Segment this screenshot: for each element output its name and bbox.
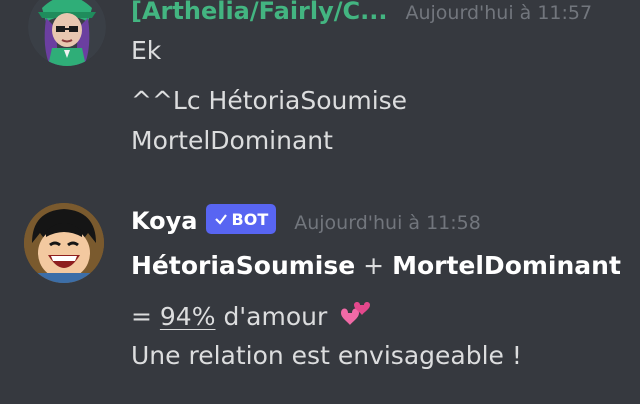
love-names-line: HétoriaSoumise + MortelDominant xyxy=(131,251,621,280)
timestamp: Aujourd'hui à 11:57 xyxy=(405,2,593,24)
message-header: Koya BOT Aujourd'hui à 11:58 xyxy=(131,204,481,237)
checkmark-icon xyxy=(214,214,227,225)
two-hearts-icon xyxy=(341,302,371,325)
username[interactable]: [Arthelia/Fairly/C... xyxy=(131,0,387,25)
message-arthelia: [Arthelia/Fairly/C... Aujourd'hui à 11:5… xyxy=(0,0,640,170)
bot-badge: BOT xyxy=(205,204,277,234)
message-koya: Koya BOT Aujourd'hui à 11:58 HétoriaSoum… xyxy=(0,195,640,404)
anime-avatar-icon xyxy=(24,203,104,283)
love-text: d'amour xyxy=(223,302,328,331)
avatar-arthelia[interactable] xyxy=(28,0,106,66)
love-score-line: = 94% d'amour xyxy=(131,299,373,331)
name-1: HétoriaSoumise xyxy=(131,251,356,280)
anime-avatar-icon xyxy=(28,0,106,66)
bot-badge-label: BOT xyxy=(231,209,269,229)
equals-sign: = xyxy=(131,302,152,331)
message-header: [Arthelia/Fairly/C... Aujourd'hui à 11:5… xyxy=(131,0,592,25)
love-verdict: Une relation est envisageable ! xyxy=(131,341,522,370)
message-line: MortelDominant xyxy=(131,126,333,155)
message-line: Ek xyxy=(131,36,162,65)
love-percent: 94% xyxy=(159,302,216,331)
message-line: ^^Lc HétoriaSoumise xyxy=(131,86,408,115)
timestamp: Aujourd'hui à 11:58 xyxy=(294,212,481,234)
username[interactable]: Koya xyxy=(131,207,198,235)
name-2: MortelDominant xyxy=(392,251,621,280)
avatar-koya[interactable] xyxy=(24,203,104,283)
plus-sign: + xyxy=(363,251,385,280)
